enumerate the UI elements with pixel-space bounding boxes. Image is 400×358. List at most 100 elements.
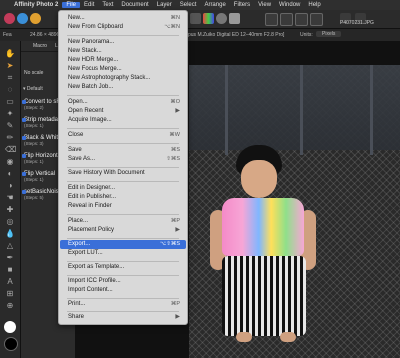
mesh-warp-icon[interactable]: ⊞ — [5, 289, 15, 299]
menu-item-new-panorama[interactable]: New Panorama... — [60, 38, 186, 47]
menu-item-shortcut: ⌘W — [169, 132, 180, 138]
menu-file[interactable]: File — [62, 2, 81, 8]
menu-item-close[interactable]: Close ⌘W — [60, 131, 186, 140]
sharpen-brush-icon[interactable]: △ — [5, 241, 15, 251]
menu-item-edit-in-publisher[interactable]: Edit in Publisher... — [60, 193, 186, 202]
liquify-persona-icon[interactable] — [17, 13, 28, 24]
gradient-tool-icon[interactable]: ◐ — [5, 169, 15, 179]
macro-icon — [22, 154, 26, 158]
move-tool-icon[interactable]: ✋ — [5, 49, 15, 59]
menu-app[interactable]: Affinity Photo 2 — [10, 2, 62, 8]
menu-item-shortcut: ⌘O — [170, 99, 180, 105]
crop-tool-icon[interactable]: ⌗ — [5, 73, 15, 83]
macro-icon — [22, 190, 26, 194]
menu-separator — [67, 238, 179, 239]
menu-item-print[interactable]: Print... ⌘P — [60, 300, 186, 309]
menu-item-label: New... — [68, 15, 85, 21]
pen-tool-icon[interactable]: ✒ — [5, 253, 15, 263]
text-tool-icon[interactable]: A — [5, 277, 15, 287]
shape-tool-icon[interactable]: ■ — [5, 265, 15, 275]
photo-fence-post — [225, 65, 228, 155]
primary-color-swatch[interactable] — [4, 321, 16, 333]
menu-item-shortcut: ⇧⌘S — [166, 156, 180, 162]
auto-contrast-icon[interactable] — [229, 13, 240, 24]
selection-mode-icon[interactable] — [265, 13, 278, 26]
category-header[interactable]: ▾ Default — [23, 86, 43, 92]
units-label: Units: — [300, 32, 313, 38]
selection-intersect-icon[interactable] — [310, 13, 323, 26]
menu-item-save-history[interactable]: Save History With Document — [60, 169, 186, 178]
units-select[interactable]: Pixels — [316, 31, 342, 37]
smudge-tool-icon[interactable]: ☚ — [5, 193, 15, 203]
zoom-tool-icon[interactable]: ⊕ — [5, 301, 15, 311]
macro-icon — [22, 172, 26, 176]
menu-arrange[interactable]: Arrange — [200, 2, 229, 8]
scale-label: No scale — [24, 70, 44, 76]
menu-item-new-batch-job[interactable]: New Batch Job... — [60, 83, 186, 92]
selection-subtract-icon[interactable] — [295, 13, 308, 26]
menu-item-save-as[interactable]: Save As... ⇧⌘S — [60, 155, 186, 164]
marquee-tool-icon[interactable]: ▭ — [5, 97, 15, 107]
color-wheel-icon[interactable] — [203, 13, 214, 24]
menu-item-placement-policy[interactable]: Placement Policy ▶ — [60, 226, 186, 235]
menu-item-label: New Batch Job... — [68, 84, 114, 90]
menu-item-save[interactable]: Save ⌘S — [60, 146, 186, 155]
menu-separator — [67, 261, 179, 262]
auto-levels-icon[interactable] — [216, 13, 227, 24]
photo-child-foot — [236, 332, 252, 342]
selection-brush-icon[interactable]: ◌ — [5, 85, 15, 95]
menu-item-new-stack[interactable]: New Stack... — [60, 47, 186, 56]
dodge-tool-icon[interactable]: ◑ — [5, 181, 15, 191]
menu-item-label: Reveal in Finder — [68, 203, 112, 209]
menu-item-export[interactable]: Export... ⌥⇧⌘S — [60, 240, 186, 249]
redeye-tool-icon[interactable]: ◎ — [5, 217, 15, 227]
menu-item-acquire-image[interactable]: Acquire Image... — [60, 116, 186, 125]
photo-persona-icon[interactable] — [4, 13, 15, 24]
develop-persona-icon[interactable] — [30, 13, 41, 24]
menu-item-open-recent[interactable]: Open Recent ▶ — [60, 107, 186, 116]
menu-item-import-content[interactable]: Import Content... — [60, 286, 186, 295]
menu-item-new[interactable]: New... ⌘N — [60, 14, 186, 23]
menu-item-new-focus-merge[interactable]: New Focus Merge... — [60, 65, 186, 74]
healing-brush-icon[interactable]: ✚ — [5, 205, 15, 215]
menu-item-open[interactable]: Open... ⌘O — [60, 98, 186, 107]
file-menu: New... ⌘N New From Clipboard ⌥⌘N New Panor… — [58, 10, 188, 325]
menu-window[interactable]: Window — [275, 2, 304, 8]
menu-edit[interactable]: Edit — [80, 2, 98, 8]
menu-item-label: Export LUT... — [68, 250, 103, 256]
tab-macro[interactable]: Macro — [33, 43, 47, 49]
menu-text[interactable]: Text — [98, 2, 117, 8]
menu-layer[interactable]: Layer — [153, 2, 176, 8]
secondary-color-swatch[interactable] — [4, 337, 18, 351]
menu-item-export-lut[interactable]: Export LUT... — [60, 249, 186, 258]
menu-item-new-from-clipboard[interactable]: New From Clipboard ⌥⌘N — [60, 23, 186, 32]
selection-add-icon[interactable] — [280, 13, 293, 26]
menu-item-label: Place... — [68, 218, 89, 224]
menu-separator — [67, 214, 179, 215]
menu-item-label: Share — [68, 314, 85, 320]
menu-select[interactable]: Select — [176, 2, 201, 8]
flood-select-icon[interactable]: ✦ — [5, 109, 15, 119]
clone-tool-icon[interactable]: ✎ — [5, 121, 15, 131]
menu-item-new-hdr-merge[interactable]: New HDR Merge... — [60, 56, 186, 65]
erase-brush-icon[interactable]: ⌫ — [5, 145, 16, 155]
category-label: Default — [26, 86, 43, 92]
menu-filters[interactable]: Filters — [230, 2, 254, 8]
menu-item-label: Export as Template... — [68, 264, 125, 270]
toolbar-button[interactable] — [190, 13, 201, 24]
menu-item-edit-in-designer[interactable]: Edit in Designer... — [60, 184, 186, 193]
menu-item-place[interactable]: Place... ⌘P — [60, 217, 186, 226]
menu-item-label: Close — [68, 132, 84, 138]
menu-view[interactable]: View — [254, 2, 275, 8]
menu-help[interactable]: Help — [304, 2, 324, 8]
menu-item-new-astro-stack[interactable]: New Astrophotography Stack... — [60, 74, 186, 83]
menu-document[interactable]: Document — [117, 2, 152, 8]
view-tool-icon[interactable]: ➤ — [5, 61, 15, 71]
menu-item-import-icc[interactable]: Import ICC Profile... — [60, 277, 186, 286]
fill-tool-icon[interactable]: ◉ — [5, 157, 15, 167]
menu-item-export-template[interactable]: Export as Template... — [60, 263, 186, 272]
blur-brush-icon[interactable]: 💧 — [5, 229, 15, 239]
paint-brush-icon[interactable]: ✏ — [5, 133, 15, 143]
menu-item-share[interactable]: Share ▶ — [60, 313, 186, 322]
menu-item-reveal-in-finder[interactable]: Reveal in Finder — [60, 202, 186, 211]
